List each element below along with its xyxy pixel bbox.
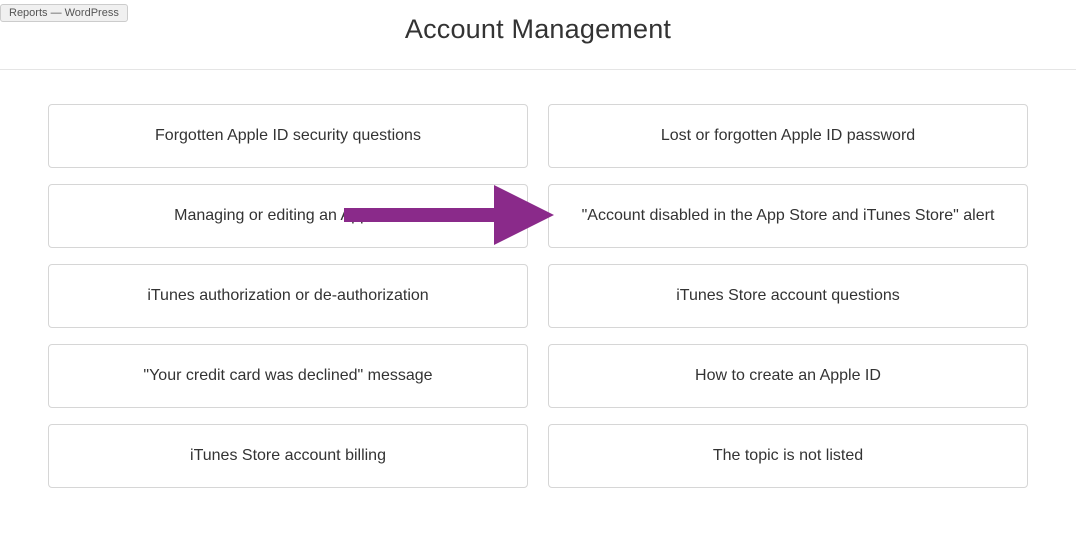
option-label: iTunes authorization or de-authorization [147,286,428,307]
option-itunes-billing[interactable]: iTunes Store account billing [48,424,528,488]
page-title: Account Management [0,0,1076,69]
option-label: Lost or forgotten Apple ID password [661,126,915,147]
option-lost-password[interactable]: Lost or forgotten Apple ID password [548,104,1028,168]
option-label: "Your credit card was declined" message [143,366,432,387]
option-label: iTunes Store account questions [676,286,900,307]
option-credit-card-declined[interactable]: "Your credit card was declined" message [48,344,528,408]
option-not-listed[interactable]: The topic is not listed [548,424,1028,488]
browser-tab[interactable]: Reports — WordPress [0,4,128,22]
option-label: "Account disabled in the App Store and i… [582,206,995,227]
options-grid: Forgotten Apple ID security questions Lo… [48,70,1028,488]
option-manage-apple-id[interactable]: Managing or editing an Apple ID [48,184,528,248]
option-create-apple-id[interactable]: How to create an Apple ID [548,344,1028,408]
option-forgotten-security-questions[interactable]: Forgotten Apple ID security questions [48,104,528,168]
option-itunes-store-questions[interactable]: iTunes Store account questions [548,264,1028,328]
option-itunes-authorization[interactable]: iTunes authorization or de-authorization [48,264,528,328]
option-label: iTunes Store account billing [190,446,386,467]
option-label: The topic is not listed [713,446,863,467]
option-label: How to create an Apple ID [695,366,881,387]
option-label: Managing or editing an Apple ID [174,206,402,227]
option-account-disabled[interactable]: "Account disabled in the App Store and i… [548,184,1028,248]
option-label: Forgotten Apple ID security questions [155,126,421,147]
